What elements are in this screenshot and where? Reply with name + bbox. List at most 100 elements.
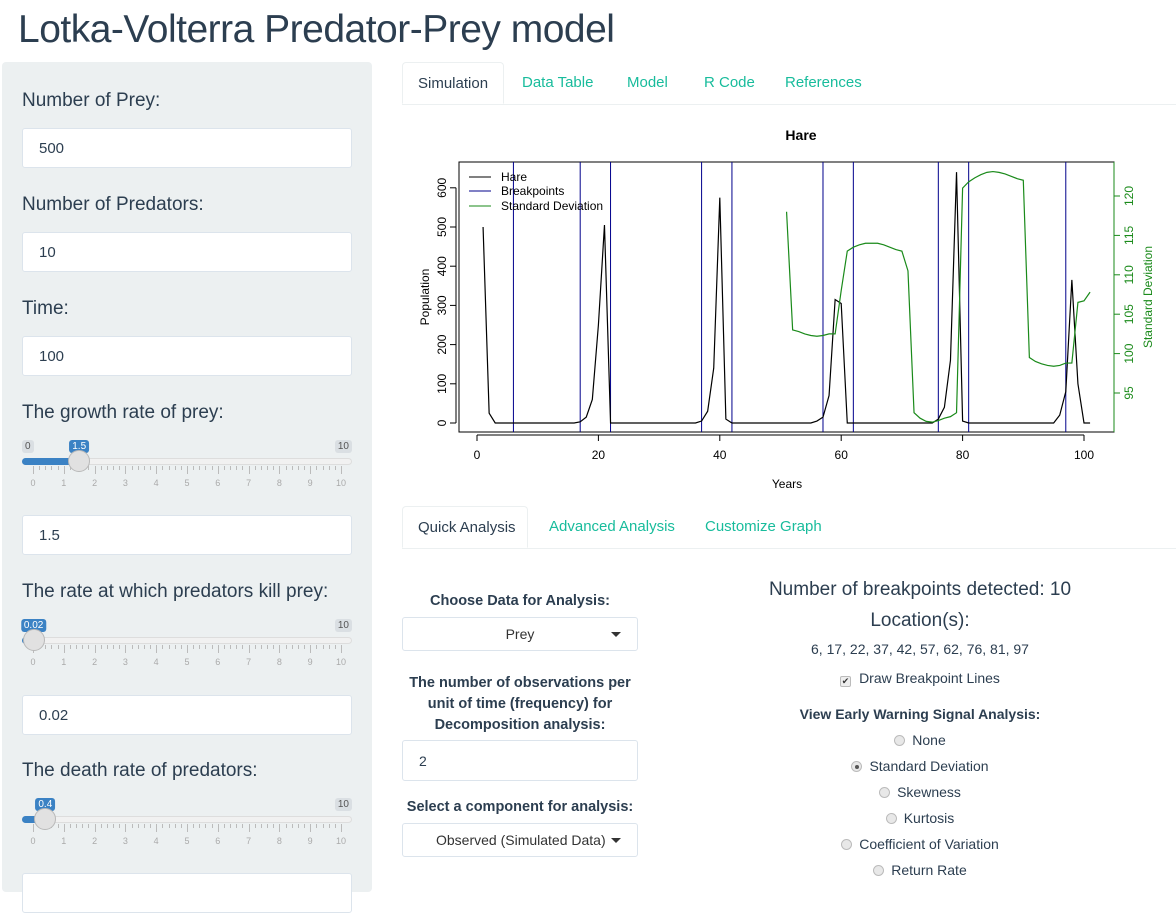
slider-tick: [236, 466, 238, 470]
slider-track[interactable]: [22, 637, 352, 644]
slider-tick: [304, 466, 306, 470]
tab-r-code[interactable]: R Code: [689, 62, 770, 104]
ews-option-skewness[interactable]: Skewness: [720, 784, 1120, 800]
choose-data-select[interactable]: Prey: [402, 617, 638, 651]
slider-tick: [285, 466, 287, 470]
slider-tick: [94, 824, 96, 832]
tab-data-table[interactable]: Data Table: [507, 62, 608, 104]
kill-rate-input[interactable]: 0.02: [22, 695, 352, 735]
breakpoints-count: Number of breakpoints detected: 10: [768, 579, 1072, 600]
checkbox-checked-icon[interactable]: ✔: [840, 676, 852, 687]
slider-tick: [187, 824, 188, 832]
slider-tick: [168, 824, 170, 828]
slider-tick: [242, 824, 244, 828]
slider-tick: [125, 645, 127, 653]
slider-tick: [137, 824, 139, 828]
slider-tick: [205, 824, 207, 828]
slider-tick: [156, 645, 158, 653]
slider-tick: [322, 466, 324, 470]
slider-tick: [205, 645, 207, 649]
slider-tick-label: 9: [307, 657, 313, 667]
slider-tick: [248, 824, 250, 832]
slider-tick: [341, 645, 342, 653]
death-rate-slider[interactable]: 10 0.4 0 1 2 3 4 5 6 7 8 9 10: [22, 798, 352, 858]
radio-icon[interactable]: [894, 735, 906, 746]
slider-tick: [310, 466, 312, 474]
locations-values: 6, 17, 22, 37, 42, 57, 62, 76, 81, 97: [811, 641, 1029, 657]
slider-tick-label: 8: [276, 836, 282, 846]
ews-option-standard-deviation[interactable]: Standard Deviation: [720, 758, 1120, 774]
slider-tick: [57, 645, 59, 649]
time-input[interactable]: 100: [22, 336, 352, 376]
ews-option-label: Kurtosis: [903, 810, 955, 826]
slider-tick: [131, 645, 133, 649]
slider-tick-label: 9: [307, 478, 313, 488]
frequency-input[interactable]: 2: [402, 740, 638, 781]
growth-rate-slider[interactable]: 0 10 1.5 0 1 2 3 4 5 6 7 8 9 10: [22, 440, 352, 500]
slider-tick: [76, 824, 78, 828]
slider-tick-label: 6: [215, 478, 221, 488]
slider-tick: [230, 645, 232, 649]
slider-tick: [119, 645, 121, 649]
kill-rate-slider[interactable]: 10 0.02 0 1 2 3 4 5 6 7 8 9 10: [20, 619, 352, 679]
slider-tick: [131, 824, 133, 828]
slider-tick-label: 0: [30, 657, 36, 667]
tab-simulation[interactable]: Simulation: [402, 62, 504, 104]
legend-sd: Standard Deviation: [501, 199, 603, 213]
radio-icon[interactable]: [885, 813, 897, 824]
slider-tick-label: 4: [153, 478, 159, 488]
tab-references[interactable]: References: [770, 62, 877, 104]
slider-tick: [199, 824, 201, 828]
growth-rate-input[interactable]: 1.5: [22, 515, 352, 555]
ews-option-none[interactable]: None: [720, 732, 1120, 748]
x-tick-label: 80: [956, 448, 970, 462]
slider-tick: [150, 824, 152, 828]
slider-tick-label: 10: [335, 836, 347, 846]
ews-label: View Early Warning Signal Analysis:: [799, 706, 1041, 722]
slider-tick: [285, 824, 287, 828]
tab-model[interactable]: Model: [612, 62, 683, 104]
slider-tick: [82, 645, 84, 649]
slider-tick: [51, 645, 53, 649]
prey-input[interactable]: 500: [22, 128, 352, 168]
slider-tick-label: 10: [335, 657, 347, 667]
draw-lines-checkbox[interactable]: ✔ Draw Breakpoint Lines: [720, 670, 1120, 687]
y2-tick-label: 100: [1122, 343, 1136, 363]
slider-tick: [217, 824, 219, 832]
slider-handle[interactable]: [68, 450, 91, 472]
slider-tick: [168, 466, 170, 470]
slider-tick: [279, 466, 281, 474]
radio-icon[interactable]: [851, 761, 863, 772]
component-label: Select a component for analysis:: [406, 799, 634, 815]
slider-tick: [187, 466, 188, 474]
component-select[interactable]: Observed (Simulated Data): [402, 823, 638, 857]
radio-icon[interactable]: [879, 787, 891, 798]
slider-track[interactable]: [22, 816, 352, 823]
chart-title: Hare: [785, 127, 816, 143]
predators-input[interactable]: 10: [22, 232, 352, 272]
ews-option-coefficient-of-variation[interactable]: Coefficient of Variation: [720, 836, 1120, 852]
radio-icon[interactable]: [873, 865, 885, 876]
ews-option-kurtosis[interactable]: Kurtosis: [720, 810, 1120, 826]
choose-data-value: Prey: [505, 626, 535, 642]
slider-tick: [113, 824, 115, 828]
predators-label: Number of Predators:: [22, 194, 204, 215]
slider-tick: [291, 466, 293, 470]
analysis-tabs: Quick Analysis Advanced Analysis Customi…: [402, 506, 1176, 549]
slider-handle[interactable]: [34, 808, 57, 830]
slider-tick: [341, 824, 342, 832]
x-tick-label: 40: [713, 448, 727, 462]
tab-customize-graph[interactable]: Customize Graph: [690, 506, 837, 548]
slider-tick: [316, 466, 318, 470]
slider-tick: [316, 645, 318, 649]
radio-icon[interactable]: [841, 839, 853, 850]
tab-quick-analysis[interactable]: Quick Analysis: [402, 506, 528, 548]
slider-handle[interactable]: [22, 629, 45, 651]
slider-tick: [199, 466, 201, 470]
tab-advanced-analysis[interactable]: Advanced Analysis: [534, 506, 690, 548]
slider-tick: [143, 466, 145, 470]
slider-tick: [106, 645, 108, 649]
slider-tick: [193, 466, 195, 470]
slider-tick: [291, 824, 293, 828]
death-rate-input[interactable]: [22, 873, 352, 913]
